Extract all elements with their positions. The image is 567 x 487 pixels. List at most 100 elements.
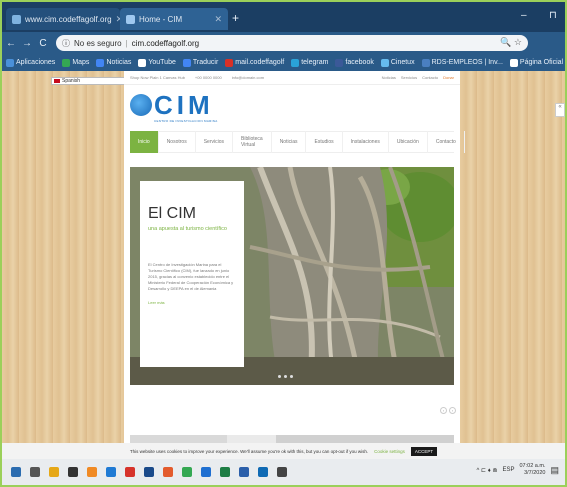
bookmark-label: telegram — [301, 59, 329, 66]
chrome-icon[interactable] — [182, 467, 192, 477]
bookmark-label: Noticias — [106, 59, 132, 66]
word-icon[interactable] — [239, 467, 249, 477]
close-icon[interactable]: ✕ — [214, 14, 222, 25]
minimize-button[interactable]: – — [521, 10, 527, 21]
store-icon[interactable] — [68, 467, 78, 477]
menu-item-biblioteca[interactable]: Biblioteca Virtual — [233, 131, 272, 153]
bookmark-item[interactable]: Página Oficial De S... — [509, 58, 565, 67]
firefox-icon[interactable] — [144, 467, 154, 477]
menu-item-ubicacion[interactable]: Ubicación — [389, 131, 428, 153]
system-tray: ^ ⊏ ♦ ⋒ ESP 07:02 a.m. 3/7/2020 ▤ — [477, 463, 559, 477]
menu-item-nosotros[interactable]: Nosotros — [159, 131, 196, 153]
bookmark-item[interactable]: mail.codeffagolf — [225, 58, 284, 67]
top-link[interactable]: Servicios — [401, 75, 417, 80]
paint-icon[interactable] — [163, 467, 173, 477]
read-more-link[interactable]: Leer más — [148, 300, 236, 305]
slider-dot[interactable] — [278, 375, 281, 378]
mail-icon[interactable] — [258, 467, 268, 477]
url-text: cim.codeffagolf.org — [131, 38, 200, 48]
new-tab-button[interactable]: + — [232, 11, 239, 25]
logo-globe-icon — [130, 94, 152, 116]
menu-item-servicios[interactable]: Servicios — [196, 131, 233, 153]
bookmark-item[interactable]: Noticias — [96, 58, 132, 67]
content-strip — [130, 435, 454, 443]
cookie-settings-link[interactable]: Cookie settings — [374, 449, 405, 454]
screen: www.cim.codeffagolf.org ✕ Home - CIM ✕ +… — [0, 0, 567, 487]
tab-home-cim[interactable]: Home - CIM ✕ — [120, 8, 228, 30]
restore-button[interactable]: ⊓ — [549, 10, 557, 21]
tray-indicators[interactable]: ^ ⊏ ♦ ⋒ — [477, 467, 498, 474]
omnibox-actions[interactable]: 🔍 ☆ — [500, 37, 522, 48]
site-logo[interactable]: CIM CENTRO DE INVESTIGACION MARINA — [130, 92, 217, 123]
menu-item-contacto[interactable]: Contacto — [428, 131, 465, 153]
bookmark-label: Aplicaciones — [16, 59, 56, 66]
language-selector[interactable]: Spanish — [51, 77, 127, 85]
bookmark-icon — [6, 58, 14, 67]
taskbar: ^ ⊏ ♦ ⋒ ESP 07:02 a.m. 3/7/2020 ▤ — [2, 459, 565, 485]
background-left — [2, 71, 124, 443]
search-icon[interactable] — [30, 467, 40, 477]
top-link[interactable]: Donar — [443, 75, 454, 80]
email-info: info@domain.com — [231, 75, 265, 80]
calculator-icon[interactable] — [277, 467, 287, 477]
bookmark-label: Traducir — [192, 59, 219, 66]
bookmark-icon — [335, 58, 344, 67]
bookmark-label: facebook — [345, 59, 374, 66]
bookmark-icon — [509, 58, 518, 67]
security-label: No es seguro — [74, 38, 122, 48]
notifications-icon[interactable]: ▤ — [550, 465, 559, 476]
bookmark-label: YouTube — [148, 59, 176, 66]
top-links: Noticias Servicios Contacto Donar — [382, 75, 454, 80]
hero-body: El Centro de Investigación Marina para e… — [148, 262, 234, 291]
bookmark-item[interactable]: Maps — [62, 58, 89, 67]
bookmark-item[interactable]: telegram — [291, 58, 329, 67]
file-explorer-icon[interactable] — [49, 467, 59, 477]
page-viewport: Spanish « Shop Now Plain 1 Canvas Hub +0… — [2, 71, 565, 443]
top-link[interactable]: Contacto — [422, 75, 438, 80]
edge-icon[interactable] — [106, 467, 116, 477]
bookmark-item[interactable]: Cinetux — [380, 58, 415, 67]
excel-icon[interactable] — [220, 467, 230, 477]
tab-cim-codeffagolf[interactable]: www.cim.codeffagolf.org ✕ — [6, 8, 123, 30]
vlc-icon[interactable] — [87, 467, 97, 477]
bookmark-item[interactable]: Traducir — [182, 58, 219, 67]
bookmark-item[interactable]: RDS-EMPLEOS | Inv... — [421, 58, 503, 67]
bookmark-icon — [138, 58, 147, 67]
clock[interactable]: 07:02 a.m. 3/7/2020 — [519, 463, 545, 477]
windows-start-icon[interactable] — [11, 467, 21, 477]
address-bar-row: ← → C ⓘ No es seguro | cim.codeffagolf.o… — [2, 32, 565, 78]
menu-item-noticias[interactable]: Noticias — [272, 131, 307, 153]
slider-dot[interactable] — [290, 375, 293, 378]
cookie-text: This website uses cookies to improve you… — [129, 448, 369, 454]
address-input[interactable]: ⓘ No es seguro | cim.codeffagolf.org 🔍 ☆ — [56, 35, 528, 51]
slider-next-button[interactable]: › — [449, 407, 456, 414]
outlook-icon[interactable] — [201, 467, 211, 477]
tab-strip: www.cim.codeffagolf.org ✕ Home - CIM ✕ +… — [2, 2, 565, 32]
bookmark-item[interactable]: facebook — [335, 58, 374, 67]
slider-prev-button[interactable]: ‹ — [440, 407, 447, 414]
accept-cookies-button[interactable]: ACCEPT — [410, 446, 438, 456]
forward-button[interactable]: → — [20, 38, 34, 49]
opera-icon[interactable] — [125, 467, 135, 477]
separator: | — [125, 38, 128, 48]
bookmark-label: Cinetux — [390, 59, 415, 66]
language-indicator[interactable]: ESP — [502, 467, 514, 473]
top-link[interactable]: Noticias — [382, 75, 396, 80]
page-icon — [12, 14, 21, 24]
bookmark-icon — [182, 58, 191, 67]
info-icon[interactable]: ⓘ — [62, 38, 70, 49]
menu-item-estudios[interactable]: Estudios — [306, 131, 343, 153]
website-content: Shop Now Plain 1 Canvas Hub +00 0000 000… — [124, 71, 465, 443]
slider-dot[interactable] — [284, 375, 287, 378]
back-button[interactable]: ← — [4, 38, 18, 49]
language-label: Spanish — [62, 78, 81, 84]
menu-item-instalaciones[interactable]: Instalaciones — [343, 131, 389, 153]
tab-label: Home - CIM — [139, 14, 183, 24]
reload-button[interactable]: C — [36, 38, 50, 49]
bookmark-icon — [225, 58, 234, 67]
menu-item-inicio[interactable]: Inicio — [130, 131, 159, 153]
side-widget[interactable]: « — [555, 103, 565, 117]
bookmark-icon — [96, 58, 105, 67]
bookmark-item[interactable]: YouTube — [138, 58, 176, 67]
bookmark-item[interactable]: Aplicaciones — [6, 58, 56, 67]
